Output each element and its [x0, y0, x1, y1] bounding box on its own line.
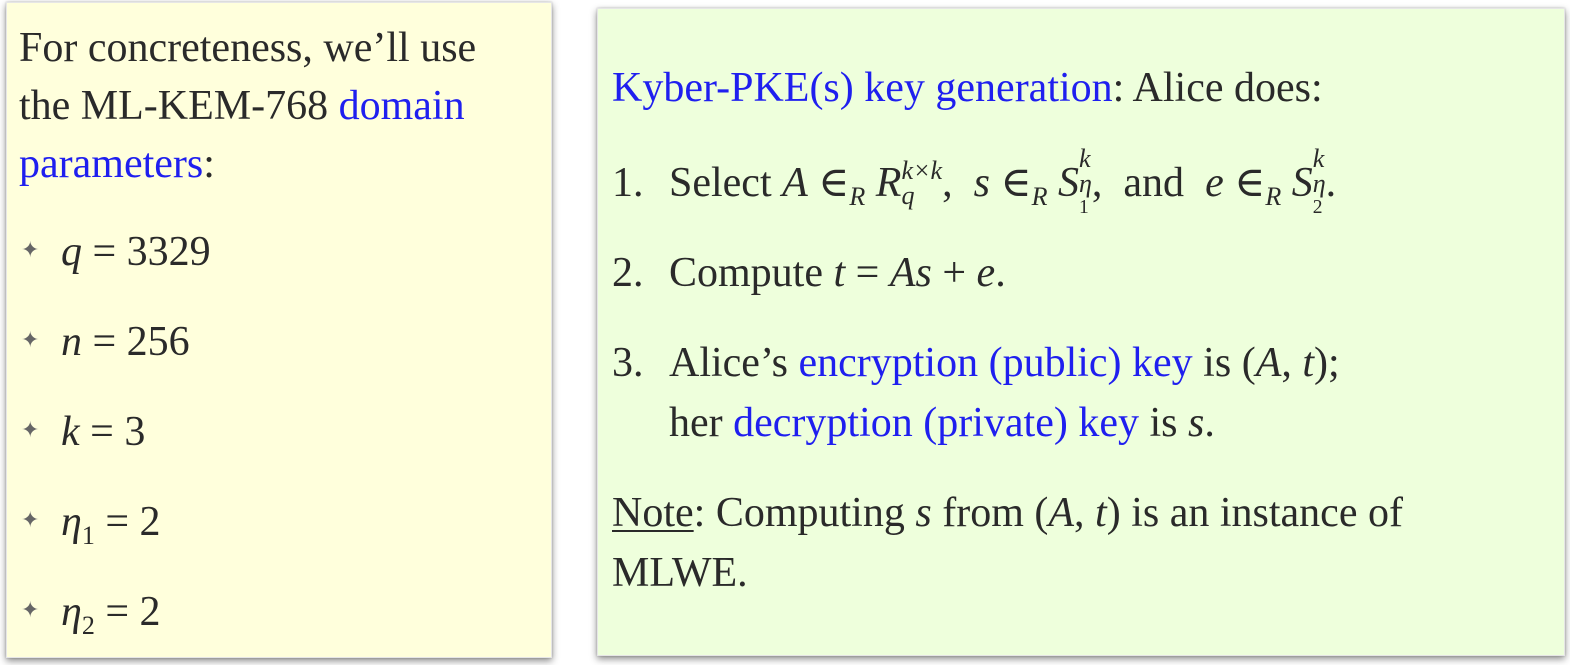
param-symbol: k — [61, 409, 80, 455]
param-eta2: ✦ η2 = 2 — [21, 583, 161, 655]
param-eta1: ✦ η1 = 2 — [21, 493, 161, 565]
intro-line-1: For concreteness, we’ll use — [19, 19, 476, 77]
param-q: ✦ q = 3329 — [21, 223, 211, 284]
bullet-star-icon: ✦ — [21, 327, 40, 353]
note-line-2: MLWE. — [612, 544, 748, 602]
intro-line-2: the ML-KEM-768 domain — [19, 77, 465, 135]
key-generation-card: Kyber-PKE(s) key generation: Alice does:… — [597, 8, 1565, 656]
intro-text: For concreteness, we’ll use — [19, 25, 477, 71]
step-number: 3. — [612, 340, 644, 386]
step-1: 1. Select A ∈R Rk×k q, s ∈R Skη1, and e ∈R… — [612, 144, 1337, 219]
step-text: Alice’s — [669, 340, 799, 386]
intro-line-3: parameters: — [19, 135, 215, 193]
step-text: is — [1192, 340, 1242, 386]
param-symbol: η — [61, 499, 82, 545]
parameters-link[interactable]: parameters — [19, 141, 203, 187]
param-symbol: q — [61, 229, 82, 275]
param-subscript: 2 — [81, 611, 95, 641]
step-3-line-1: 3. Alice’s encryption (public) key is (A,… — [612, 334, 1340, 392]
and-word: and — [1123, 159, 1185, 206]
bullet-star-icon: ✦ — [21, 417, 40, 443]
param-k: ✦ k = 3 — [21, 403, 145, 464]
step-text: her — [669, 400, 734, 446]
note-text: : Computing — [693, 490, 916, 536]
step-number: 1. — [612, 159, 644, 206]
step-number: 2. — [612, 250, 644, 296]
intro-text-2: the ML-KEM-768 — [19, 83, 339, 129]
bullet-star-icon: ✦ — [21, 237, 40, 263]
math-rq-scripts: k×k q — [901, 156, 943, 211]
step-text: Select — [669, 159, 772, 206]
math-A: A — [782, 159, 808, 206]
param-symbol: η — [61, 589, 82, 635]
param-value: = 256 — [92, 319, 190, 365]
keygen-link[interactable]: Kyber-PKE(s) key generation — [612, 65, 1113, 111]
note-text: from — [931, 490, 1035, 536]
note-text: is an instance of — [1120, 490, 1403, 536]
encryption-key-link[interactable]: encryption (public) key — [798, 340, 1192, 386]
step-2: 2. Compute t = As + e. — [612, 244, 1006, 302]
param-value: = 2 — [105, 499, 161, 545]
bullet-star-icon: ✦ — [21, 597, 40, 623]
colon-text: : — [203, 141, 215, 187]
decryption-key-link[interactable]: decryption (private) key — [733, 400, 1139, 446]
note-text: MLWE. — [612, 550, 748, 596]
param-value: = 2 — [105, 589, 161, 635]
domain-link[interactable]: domain — [339, 83, 465, 129]
keygen-heading: Kyber-PKE(s) key generation: Alice does: — [612, 59, 1323, 117]
note-line-1: Note: Computing s from (A, t) is an inst… — [612, 490, 1403, 536]
step-text: Compute — [669, 250, 823, 296]
param-n: ✦ n = 256 — [21, 313, 190, 374]
param-symbol: n — [61, 319, 82, 365]
note-label: Note — [612, 490, 694, 536]
heading-rest: : Alice does: — [1112, 65, 1323, 111]
step-3-line-2: her decryption (private) key is s. — [669, 400, 1215, 446]
bullet-star-icon: ✦ — [21, 507, 40, 533]
param-value: = 3329 — [92, 229, 211, 275]
param-subscript: 1 — [81, 521, 95, 551]
step-text: is — [1138, 400, 1188, 446]
param-value: = 3 — [90, 409, 146, 455]
parameters-card: For concreteness, we’ll use the ML-KEM-7… — [6, 2, 552, 658]
